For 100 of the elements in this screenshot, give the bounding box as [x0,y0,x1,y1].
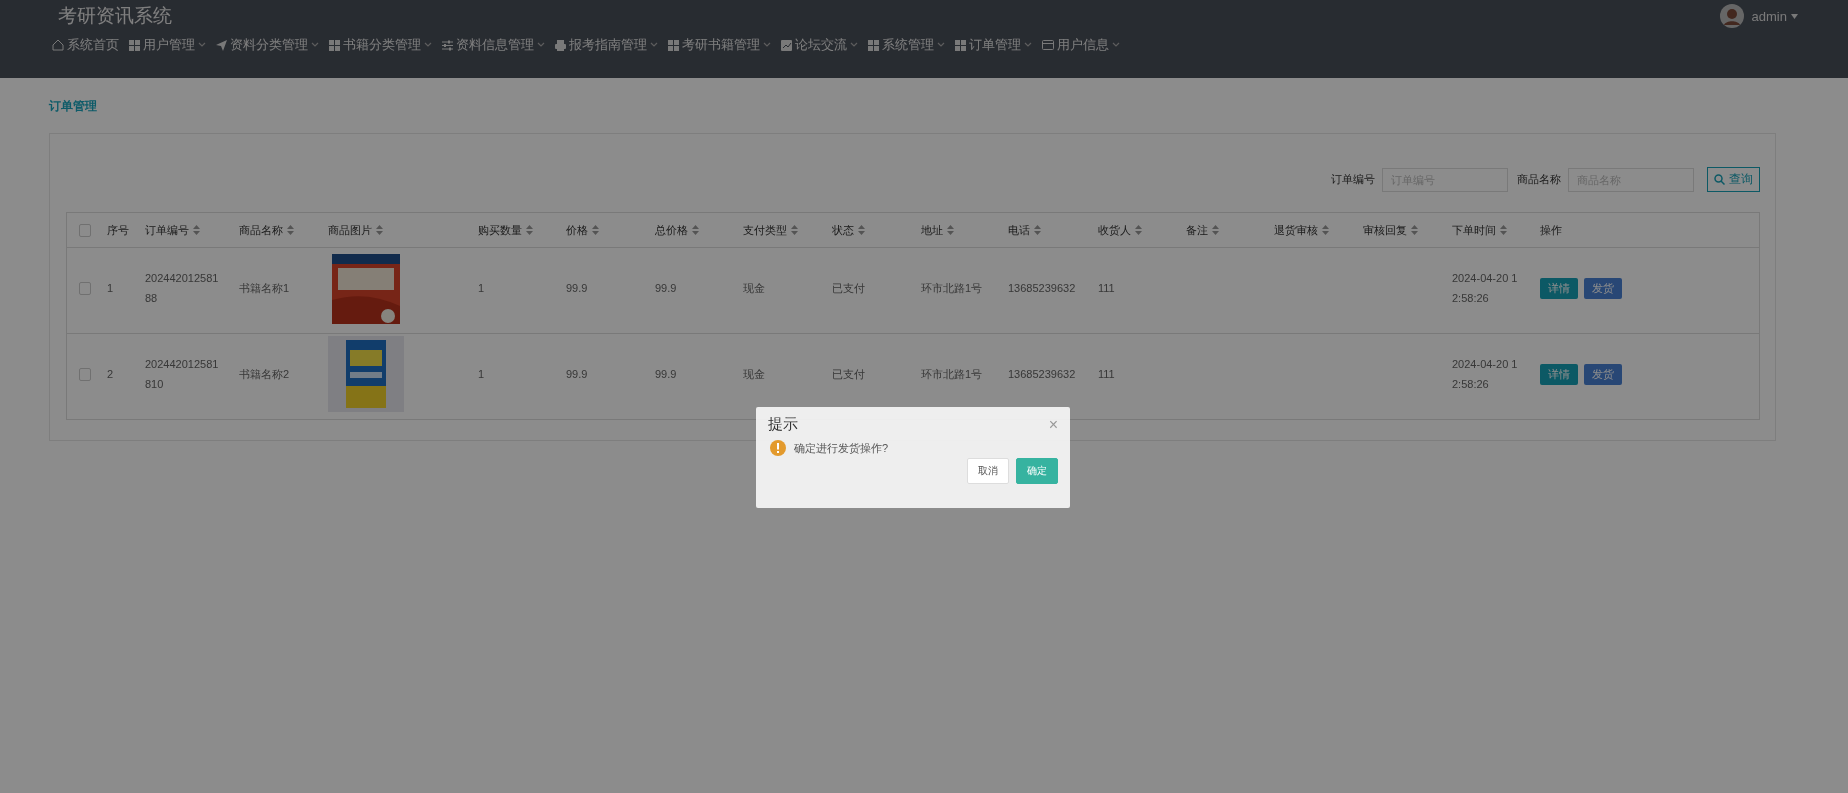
table-cell-text: 现金 [743,281,765,297]
table-cell-text: 2024-04-20 12:58:26 [1452,357,1519,393]
user-menu[interactable]: admin [1751,8,1798,24]
nav-item[interactable]: 报考指南管理 [555,36,658,54]
sort-icon[interactable] [526,225,533,235]
warning-icon [770,440,786,456]
search-icon [1714,174,1725,185]
nav-item[interactable]: 用户管理 [129,36,206,54]
dialog-title: 提示 [768,415,798,434]
sort-icon[interactable] [1411,225,1418,235]
column-header[interactable]: 购买数量 [478,220,522,240]
table-cell-text: 13685239632 [1008,367,1076,383]
table-cell-text: 环市北路1号 [921,281,983,297]
chevron-down-icon [198,42,206,48]
close-button[interactable]: × [1048,415,1058,434]
column-header[interactable]: 订单编号 [145,220,189,240]
column-header[interactable]: 商品图片 [328,220,372,240]
column-header[interactable]: 价格 [566,220,588,240]
action-button[interactable]: 发货 [1584,363,1622,385]
chevron-down-icon [1112,42,1120,48]
table-cell-text: 2 [107,367,114,383]
printer-icon [555,39,566,51]
column-header: 序号 [107,223,129,238]
column-header[interactable]: 退货审核 [1274,220,1318,240]
table-cell-text: 现金 [743,367,765,383]
chevron-down-icon [1024,42,1032,48]
column-header[interactable]: 支付类型 [743,220,787,240]
cancel-button[interactable]: 取消 [967,458,1009,484]
sort-icon[interactable] [1500,225,1507,235]
sliders-icon [442,39,453,51]
grid-icon [329,39,340,51]
chevron-down-icon [937,42,945,48]
sort-icon[interactable] [947,225,954,235]
column-header[interactable]: 状态 [832,220,854,240]
column-header[interactable]: 审核回复 [1363,220,1407,240]
sort-icon[interactable] [1212,225,1219,235]
caret-down-icon [1791,13,1798,19]
app-title: 考研资讯系统 [58,4,172,28]
checkbox[interactable] [79,223,91,237]
nav-item[interactable]: 系统首页 [52,36,119,54]
sort-icon[interactable] [1322,225,1329,235]
avatar-icon[interactable] [1719,4,1744,28]
table-cell-text: 111 [1098,281,1115,297]
chevron-down-icon [850,42,858,48]
table-cell-text: 2024-04-20 12:58:26 [1452,271,1519,307]
dialog-message: 确定进行发货操作? [794,440,889,456]
chevron-down-icon [424,42,432,48]
chart-icon [781,39,792,51]
column-header[interactable]: 地址 [921,220,943,240]
column-header[interactable]: 下单时间 [1452,220,1496,240]
action-button[interactable]: 详情 [1540,363,1578,385]
nav-item[interactable]: 书籍分类管理 [329,36,432,54]
nav-item[interactable]: 考研书籍管理 [668,36,771,54]
table-cell-text: 已支付 [832,281,865,297]
grid-icon [129,39,140,51]
nav-item[interactable]: 资料分类管理 [216,36,319,54]
checkbox[interactable] [79,367,91,381]
grid-icon [668,39,679,51]
sort-icon[interactable] [592,225,599,235]
chevron-down-icon [311,42,319,48]
table-cell-text: 书籍名称1 [239,281,290,297]
column-header[interactable]: 备注 [1186,220,1208,240]
table-cell-text: 99.9 [655,367,677,383]
nav-item[interactable]: 用户信息 [1042,36,1120,54]
home-icon [52,39,64,51]
column-header[interactable]: 总价格 [655,220,688,240]
field-label: 商品名称 [1517,172,1561,187]
sort-icon[interactable] [692,225,699,235]
id-card-icon [1042,40,1054,50]
sort-icon[interactable] [791,225,798,235]
column-header[interactable]: 收货人 [1098,220,1131,240]
sort-icon[interactable] [1034,225,1041,235]
action-button[interactable]: 发货 [1584,277,1622,299]
field-label: 订单编号 [1331,172,1375,187]
nav-item[interactable]: 订单管理 [955,36,1032,54]
sort-icon[interactable] [858,225,865,235]
chevron-down-icon [650,42,658,48]
grid-icon [955,39,966,51]
table-cell-text: 1 [107,281,114,297]
sort-icon[interactable] [376,225,383,235]
sort-icon[interactable] [1135,225,1142,235]
nav-item[interactable]: 系统管理 [868,36,945,54]
table-cell-text: 1 [478,367,485,383]
nav-item[interactable]: 论坛交流 [781,36,858,54]
column-header[interactable]: 电话 [1008,220,1030,240]
confirm-button[interactable]: 确定 [1016,458,1058,484]
table-cell-text: 111 [1098,367,1115,383]
column-header[interactable]: 商品名称 [239,220,283,240]
checkbox[interactable] [79,281,91,295]
search-button[interactable]: 查询 [1707,167,1760,192]
grid-icon [868,39,879,51]
sort-icon[interactable] [193,225,200,235]
table-cell-text: 13685239632 [1008,281,1076,297]
table-cell-text: 已支付 [832,367,865,383]
sort-icon[interactable] [287,225,294,235]
action-button[interactable]: 详情 [1540,277,1578,299]
table-cell-text: 1 [478,281,485,297]
column-header: 操作 [1540,223,1562,238]
breadcrumb[interactable]: 订单管理 [49,98,97,115]
nav-item[interactable]: 资料信息管理 [442,36,545,54]
